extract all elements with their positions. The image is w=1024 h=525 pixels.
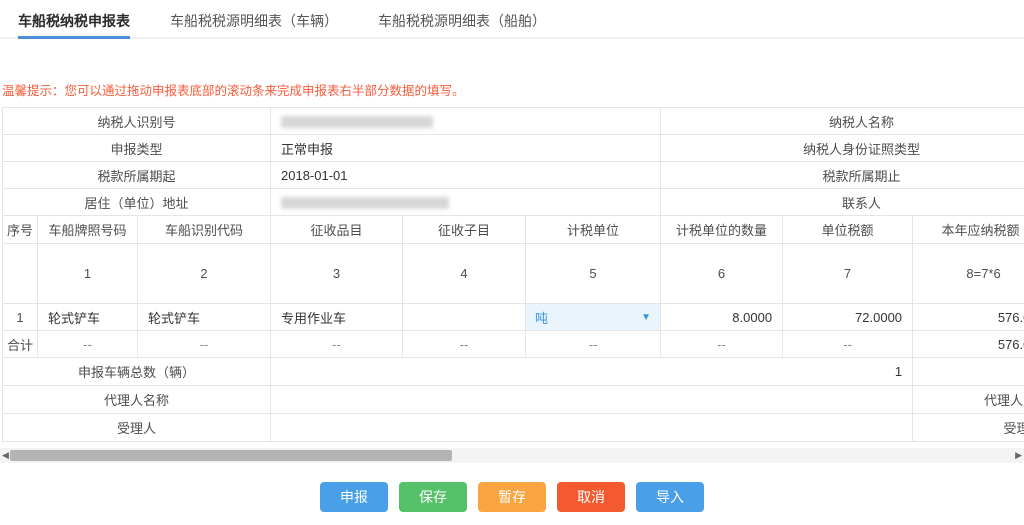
colnum-3: 3 [271, 244, 403, 304]
row-vin: 轮式铲车 [138, 304, 271, 331]
tax-period-start-label: 税款所属期起 [3, 162, 271, 189]
address-value [271, 189, 661, 216]
tab-tax-source-detail-vehicle[interactable]: 车船税税源明细表（车辆） [170, 0, 338, 37]
col-seq: 序号 [3, 216, 38, 244]
footer-row-acceptor: 受理人 受理日期 [3, 414, 1024, 442]
scroll-hint-notice: 温馨提示：您可以通过拖动申报表底部的滚动条来完成申报表右半部分数据的填写。 [2, 80, 1024, 99]
row-levy-subitem [403, 304, 526, 331]
tax-period-end-label: 税款所属期止 [661, 162, 1024, 189]
total-tax-unit: -- [526, 331, 661, 358]
info-row-taxpayer-id: 纳税人识别号 纳税人名称 [3, 108, 1024, 135]
total-row: 合计 -- -- -- -- -- -- -- 576.0000 [3, 331, 1024, 358]
contact-person-label: 联系人 [661, 189, 1024, 216]
total-plate: -- [38, 331, 138, 358]
declare-button[interactable]: 申报 [320, 482, 388, 512]
colnum-4: 4 [403, 244, 526, 304]
info-row-declaration-type: 申报类型 正常申报 纳税人身份证照类型 [3, 135, 1024, 162]
agent-id-label: 代理人身份证号 [913, 386, 1024, 414]
acceptor-value [271, 414, 913, 442]
footer-row-vehicle-count: 申报车辆总数（辆） 1 [3, 358, 1024, 386]
redacted-taxpayer-id [281, 116, 433, 128]
row-plate-number: 轮式铲车 [38, 304, 138, 331]
save-button[interactable]: 保存 [399, 482, 467, 512]
col-levy-item: 征收品目 [271, 216, 403, 244]
row-levy-item: 专用作业车 [271, 304, 403, 331]
row-unit-tax: 72.0000 [783, 304, 913, 331]
tab-vehicle-vessel-tax-declaration[interactable]: 车船税纳税申报表 [18, 0, 130, 39]
temp-save-button[interactable]: 暂存 [478, 482, 546, 512]
col-tax-unit-qty: 计税单位的数量 [661, 216, 783, 244]
total-label: 合计 [3, 331, 38, 358]
scroll-left-icon[interactable]: ◀ [2, 450, 9, 461]
acceptor-label: 受理人 [3, 414, 271, 442]
scroll-right-icon[interactable]: ▶ [1015, 450, 1022, 461]
total-tax-unit-qty: -- [661, 331, 783, 358]
column-number-row: 1 2 3 4 5 6 7 8=7*6 [3, 244, 1024, 304]
total-annual-tax: 576.0000 [913, 331, 1024, 358]
tab-bar: 车船税纳税申报表 车船税税源明细表（车辆） 车船税税源明细表（船舶） [0, 0, 1024, 39]
taxpayer-id-value [271, 108, 661, 135]
colnum-5: 5 [526, 244, 661, 304]
colnum-1: 1 [38, 244, 138, 304]
total-levy-subitem: -- [403, 331, 526, 358]
col-annual-tax: 本年应纳税额 [913, 216, 1024, 244]
tab-tax-source-detail-vessel[interactable]: 车船税税源明细表（船舶） [378, 0, 546, 37]
redacted-address [281, 197, 449, 209]
vehicle-count-right-label [913, 358, 1024, 386]
footer-row-agent-name: 代理人名称 代理人身份证号 [3, 386, 1024, 414]
declaration-type-label: 申报类型 [3, 135, 271, 162]
agent-name-value [271, 386, 913, 414]
total-unit-tax: -- [783, 331, 913, 358]
info-row-address: 居住（单位）地址 联系人 [3, 189, 1024, 216]
row-tax-unit-cell: 吨 ▼ [526, 304, 661, 331]
vehicle-count-value: 1 [271, 358, 913, 386]
horizontal-scrollbar[interactable]: ◀ ▶ [0, 448, 1024, 463]
scrollbar-thumb[interactable] [10, 450, 452, 461]
declaration-table: 纳税人识别号 纳税人名称 申报类型 正常申报 纳税人身份证照类型 税款所属期起 … [2, 107, 1024, 442]
colnum-7: 7 [783, 244, 913, 304]
col-tax-unit: 计税单位 [526, 216, 661, 244]
tax-unit-dropdown[interactable]: 吨 ▼ [526, 304, 660, 330]
taxpayer-name-label: 纳税人名称 [661, 108, 1024, 135]
table-row: 1 轮式铲车 轮式铲车 专用作业车 吨 ▼ 8.0000 72.0000 576… [3, 304, 1024, 331]
row-seq: 1 [3, 304, 38, 331]
vehicle-count-label: 申报车辆总数（辆） [3, 358, 271, 386]
colnum-seq [3, 244, 38, 304]
address-label: 居住（单位）地址 [3, 189, 271, 216]
row-annual-tax: 576.0000 [913, 304, 1024, 331]
colnum-6: 6 [661, 244, 783, 304]
info-row-tax-period-start: 税款所属期起 2018-01-01 税款所属期止 [3, 162, 1024, 189]
col-unit-tax: 单位税额 [783, 216, 913, 244]
colnum-8: 8=7*6 [913, 244, 1024, 304]
col-vin: 车船识别代码 [138, 216, 271, 244]
cancel-button[interactable]: 取消 [557, 482, 625, 512]
col-plate-number: 车船牌照号码 [38, 216, 138, 244]
column-header-row: 序号 车船牌照号码 车船识别代码 征收品目 征收子目 计税单位 计税单位的数量 … [3, 216, 1024, 244]
colnum-2: 2 [138, 244, 271, 304]
total-levy-item: -- [271, 331, 403, 358]
row-tax-unit-qty: 8.0000 [661, 304, 783, 331]
agent-name-label: 代理人名称 [3, 386, 271, 414]
tax-unit-selected-value: 吨 [535, 308, 548, 327]
total-vin: -- [138, 331, 271, 358]
declaration-type-value: 正常申报 [271, 135, 661, 162]
acceptance-date-label: 受理日期 [913, 414, 1024, 442]
import-button[interactable]: 导入 [636, 482, 704, 512]
chevron-down-icon: ▼ [641, 312, 651, 323]
col-levy-subitem: 征收子目 [403, 216, 526, 244]
tax-period-start-value: 2018-01-01 [271, 162, 661, 189]
action-button-row: 申报 保存 暂存 取消 导入 [0, 482, 1024, 512]
id-certificate-type-label: 纳税人身份证照类型 [661, 135, 1024, 162]
taxpayer-id-label: 纳税人识别号 [3, 108, 271, 135]
declaration-table-viewport: 纳税人识别号 纳税人名称 申报类型 正常申报 纳税人身份证照类型 税款所属期起 … [2, 107, 1024, 442]
